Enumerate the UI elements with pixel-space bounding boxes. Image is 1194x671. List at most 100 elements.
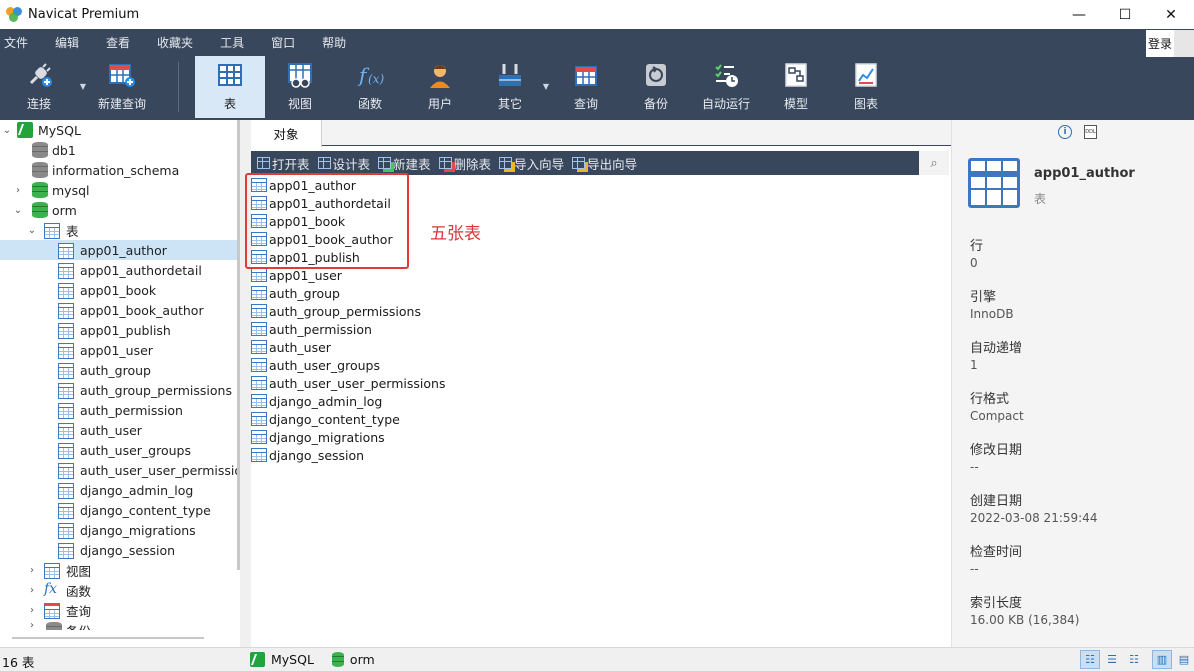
tree-table-item[interactable]: django_migrations: [0, 520, 240, 540]
tree-table-item[interactable]: auth_user: [0, 420, 240, 440]
chevron-down-icon[interactable]: ⌄: [13, 205, 23, 216]
tree-folder-queries[interactable]: › 查询: [0, 600, 240, 620]
object-item[interactable]: django_session: [251, 446, 364, 464]
menu-edit[interactable]: 编辑: [51, 34, 91, 51]
tree-folder-views[interactable]: › 视图: [0, 560, 240, 580]
tree-db-mysql[interactable]: › mysql: [0, 180, 240, 200]
new-table-icon: [378, 157, 392, 169]
backup-icon: [46, 622, 62, 630]
view-icon: [286, 61, 314, 89]
new-table-button[interactable]: 新建表: [378, 154, 431, 173]
ddl-icon[interactable]: DDL: [1084, 125, 1097, 139]
chevron-right-icon[interactable]: ›: [27, 605, 37, 616]
chevron-down-icon[interactable]: ⌄: [27, 225, 37, 236]
tree-table-item[interactable]: app01_author: [0, 240, 240, 260]
search-button[interactable]: ⌕: [919, 151, 949, 175]
menu-view[interactable]: 查看: [102, 34, 142, 51]
tree-table-item[interactable]: app01_user: [0, 340, 240, 360]
tree-table-item[interactable]: app01_book: [0, 280, 240, 300]
menu-help[interactable]: 帮助: [318, 34, 358, 51]
model-button[interactable]: 模型: [761, 56, 831, 118]
tree-folder-functions[interactable]: › fx 函数: [0, 580, 240, 600]
other-button[interactable]: 其它 ▼: [475, 56, 549, 118]
tree-table-item[interactable]: auth_user_groups: [0, 440, 240, 460]
open-table-label: 打开表: [272, 156, 310, 172]
backup-button[interactable]: 备份: [621, 56, 691, 118]
object-item[interactable]: django_content_type: [251, 410, 400, 428]
close-button[interactable]: ✕: [1148, 0, 1194, 29]
chevron-right-icon[interactable]: ›: [13, 185, 23, 196]
object-item[interactable]: auth_group_permissions: [251, 302, 421, 320]
tree-db-information-schema[interactable]: information_schema: [0, 160, 240, 180]
login-button[interactable]: 登录: [1146, 30, 1174, 57]
delete-table-button[interactable]: 删除表: [438, 154, 491, 173]
tree-horizontal-scrollbar[interactable]: [12, 637, 204, 639]
toggle-nav-pane-button[interactable]: ▥: [1152, 650, 1172, 669]
new-query-button[interactable]: 新建查询: [82, 56, 162, 118]
toggle-info-pane-button[interactable]: ▤: [1174, 650, 1194, 669]
status-connection: MySQL orm: [250, 648, 375, 671]
object-item[interactable]: auth_user: [251, 338, 331, 356]
table-icon: [251, 286, 267, 300]
tree-table-item[interactable]: django_admin_log: [0, 480, 240, 500]
tree-folder-tables[interactable]: ⌄ 表: [0, 220, 240, 240]
import-wizard-button[interactable]: 导入向导: [499, 154, 564, 173]
tree-table-item[interactable]: auth_group: [0, 360, 240, 380]
tree-table-label: app01_author: [80, 242, 167, 258]
design-table-button[interactable]: 设计表: [317, 154, 370, 173]
table-icon: [58, 423, 74, 439]
tree-table-item[interactable]: app01_book_author: [0, 300, 240, 320]
grid-view-button[interactable]: ☷: [1124, 650, 1144, 669]
query-button[interactable]: 查询: [551, 56, 621, 118]
object-item[interactable]: auth_user_user_permissions: [251, 374, 445, 392]
user-button[interactable]: 用户: [405, 56, 475, 118]
chevron-down-icon[interactable]: ⌄: [2, 125, 12, 136]
navicat-logo-icon: [6, 6, 22, 23]
menu-favorites[interactable]: 收藏夹: [153, 34, 205, 51]
table-icon: [251, 448, 267, 462]
tree-table-item[interactable]: app01_authordetail: [0, 260, 240, 280]
tree-connection-mysql[interactable]: ⌄ MySQL: [0, 120, 240, 140]
minimize-button[interactable]: —: [1056, 0, 1102, 29]
chevron-right-icon[interactable]: ›: [27, 565, 37, 576]
auto-run-button[interactable]: 自动运行: [691, 56, 761, 118]
connect-button[interactable]: 连接 ▼: [0, 56, 86, 118]
connect-label: 连接: [26, 97, 51, 111]
menu-window[interactable]: 窗口: [267, 34, 307, 51]
chevron-right-icon[interactable]: ›: [27, 620, 37, 630]
object-item[interactable]: django_migrations: [251, 428, 385, 446]
object-item[interactable]: auth_permission: [251, 320, 372, 338]
tree-table-item[interactable]: django_session: [0, 540, 240, 560]
menu-tools[interactable]: 工具: [216, 34, 256, 51]
menu-file[interactable]: 文件: [0, 34, 40, 51]
table-button[interactable]: 表: [195, 56, 265, 118]
tree-table-item[interactable]: django_content_type: [0, 500, 240, 520]
chart-button[interactable]: 图表: [831, 56, 901, 118]
export-wizard-button[interactable]: 导出向导: [572, 154, 637, 173]
function-button[interactable]: f (x) 函数: [335, 56, 405, 118]
list-view-button[interactable]: ☷: [1080, 650, 1100, 669]
view-button[interactable]: 视图: [265, 56, 335, 118]
open-table-button[interactable]: 打开表: [257, 154, 310, 173]
tab-objects[interactable]: 对象: [251, 120, 322, 147]
tree-table-item[interactable]: app01_publish: [0, 320, 240, 340]
chart-icon: [852, 61, 880, 89]
tree-table-item[interactable]: auth_user_user_permissio: [0, 460, 240, 480]
detail-view-button[interactable]: ☰: [1102, 650, 1122, 669]
tree-table-item[interactable]: auth_permission: [0, 400, 240, 420]
chevron-right-icon[interactable]: ›: [27, 585, 37, 596]
tree-table-item[interactable]: auth_group_permissions: [0, 380, 240, 400]
object-item[interactable]: django_admin_log: [251, 392, 382, 410]
avatar[interactable]: [1174, 30, 1194, 57]
chevron-down-icon[interactable]: ▼: [543, 82, 549, 91]
info-icon[interactable]: i: [1058, 125, 1072, 139]
object-label: django_session: [269, 447, 365, 463]
object-item[interactable]: auth_user_groups: [251, 356, 380, 374]
tree-folder-backups[interactable]: › 备份: [0, 620, 240, 630]
object-item[interactable]: auth_group: [251, 284, 340, 302]
maximize-button[interactable]: ☐: [1102, 0, 1148, 29]
open-table-icon: [257, 157, 270, 169]
tree-connection-label: MySQL: [38, 122, 81, 138]
tree-db-orm[interactable]: ⌄ orm: [0, 200, 240, 220]
tree-db-db1[interactable]: db1: [0, 140, 240, 160]
